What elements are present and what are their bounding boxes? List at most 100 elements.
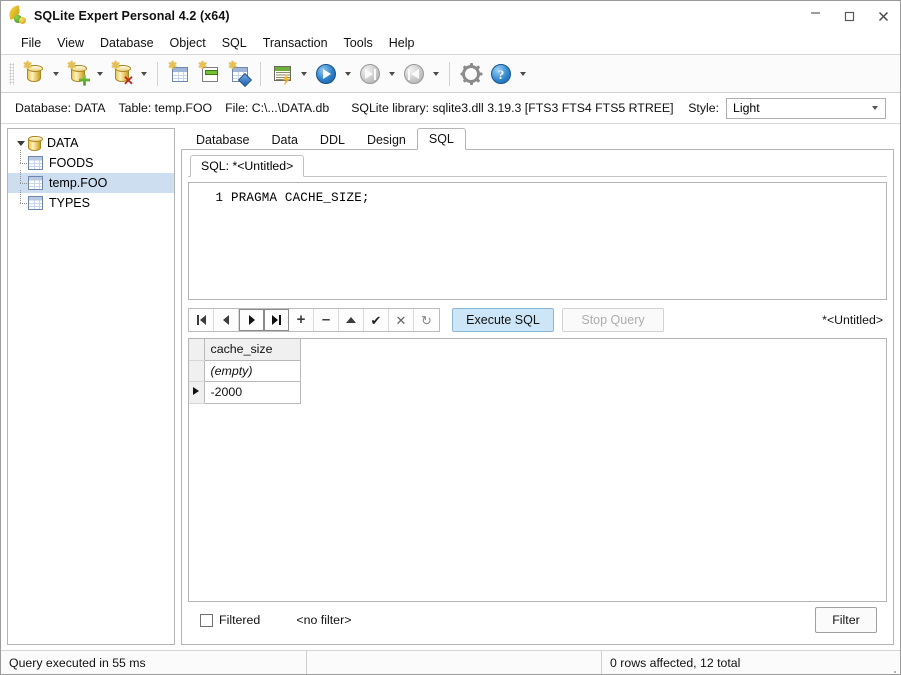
style-combobox[interactable]: Light [726, 97, 886, 119]
maximize-icon [844, 11, 854, 21]
object-tree-panel[interactable]: DATA FOODS temp.FOO TYPES [7, 128, 175, 645]
post-edit-button[interactable]: ✔ [364, 309, 389, 331]
edit-record-button[interactable] [339, 309, 364, 331]
window-title: SQLite Expert Personal 4.2 (x64) [34, 9, 230, 23]
results-grid[interactable]: cache_size (empty) -2000 [188, 338, 887, 602]
refresh-button[interactable]: ↻ [414, 309, 439, 331]
subtab-sql-untitled[interactable]: SQL: *<Untitled> [190, 155, 305, 177]
step-back-button[interactable] [399, 59, 429, 89]
application-window: SQLite Expert Personal 4.2 (x64) File Vi… [0, 0, 901, 675]
menu-sql[interactable]: SQL [214, 34, 255, 52]
title-bar: SQLite Expert Personal 4.2 (x64) [1, 1, 900, 31]
delete-database-dropdown[interactable] [137, 59, 151, 89]
sql-page: SQL: *<Untitled> 1 PRAGMA CACHE_SIZE; + … [181, 150, 894, 645]
database-cylinder-icon [28, 135, 43, 151]
maximize-button[interactable] [832, 1, 866, 31]
new-table-button[interactable]: ✱ [164, 59, 194, 89]
right-pane: Database Data DDL Design SQL SQL: *<Unti… [181, 128, 894, 645]
play-blue-icon [314, 62, 338, 86]
gear-icon [459, 62, 483, 86]
table-icon [28, 176, 43, 190]
new-sql-tab-dropdown[interactable] [297, 59, 311, 89]
minimize-button[interactable] [798, 1, 832, 31]
last-record-button[interactable] [264, 309, 289, 331]
filter-button[interactable]: Filter [815, 607, 877, 633]
stop-query-button: Stop Query [562, 308, 664, 332]
tab-database[interactable]: Database [185, 130, 261, 150]
main-tabstrip: Database Data DDL Design SQL [181, 128, 894, 150]
column-header-cache-size[interactable]: cache_size [204, 339, 301, 361]
database-delete-icon: ✱ ✕ [111, 59, 134, 88]
menu-help[interactable]: Help [381, 34, 423, 52]
index-new-icon: ✱ [227, 60, 253, 87]
resize-grip[interactable] [881, 662, 897, 674]
open-database-button[interactable]: ✱ [19, 59, 49, 89]
execute-sql-button[interactable]: Execute SQL [452, 308, 554, 332]
table-new-icon: ✱ [167, 60, 191, 86]
info-database: Database: DATA [15, 101, 106, 115]
menu-tools[interactable]: Tools [336, 34, 381, 52]
sql-editor[interactable]: 1 PRAGMA CACHE_SIZE; [188, 182, 887, 300]
execute-button[interactable] [311, 59, 341, 89]
tree-item-temp-foo[interactable]: temp.FOO [8, 170, 174, 193]
new-sql-tab-button[interactable] [267, 59, 297, 89]
cell-cache-size[interactable]: -2000 [204, 381, 301, 404]
tab-ddl[interactable]: DDL [309, 130, 356, 150]
tree-item-data[interactable]: DATA [8, 133, 174, 153]
menu-file[interactable]: File [13, 34, 49, 52]
menu-object[interactable]: Object [162, 34, 214, 52]
table-icon [28, 196, 43, 210]
row-indicator-header [189, 339, 205, 361]
new-view-button[interactable]: ✱ [194, 59, 224, 89]
table-row[interactable]: -2000 [189, 381, 301, 404]
first-record-button[interactable] [189, 309, 214, 331]
cancel-edit-button[interactable]: ✕ [389, 309, 414, 331]
close-button[interactable] [866, 1, 900, 31]
filtered-checkbox[interactable] [200, 613, 213, 627]
insert-record-button[interactable]: + [289, 309, 314, 331]
database-cylinder-icon: ✱ [22, 60, 46, 86]
tab-sql[interactable]: SQL [416, 128, 466, 150]
new-database-dropdown[interactable] [93, 59, 107, 89]
sqlite-expert-app-icon [8, 5, 27, 25]
new-index-button[interactable]: ✱ [224, 59, 254, 89]
menu-transaction[interactable]: Transaction [255, 34, 336, 52]
record-navigator-bar: + – ✔ ✕ ↻ Execute SQL Stop Query *<Untit… [188, 306, 887, 334]
table-header-row: cache_size [189, 339, 301, 361]
help-dropdown[interactable] [516, 59, 530, 89]
filter-cell-cache-size[interactable]: (empty) [204, 360, 301, 382]
options-button[interactable] [456, 59, 486, 89]
prior-record-button[interactable] [214, 309, 239, 331]
filter-expression-text[interactable]: <no filter> [296, 613, 351, 627]
row-indicator [189, 381, 205, 404]
info-bar: Database: DATA Table: temp.FOO File: C:\… [1, 93, 900, 124]
menu-bar: File View Database Object SQL Transactio… [1, 31, 900, 54]
filtered-checkbox-label: Filtered [219, 613, 261, 627]
step-back-gray-icon [402, 62, 426, 86]
menu-view[interactable]: View [49, 34, 92, 52]
line-number: 1 [215, 190, 223, 205]
tree-item-foods[interactable]: FOODS [8, 150, 174, 173]
step-forward-dropdown[interactable] [385, 59, 399, 89]
window-controls [798, 1, 900, 31]
tree-item-types[interactable]: TYPES [8, 190, 174, 213]
next-record-button[interactable] [239, 309, 264, 331]
toolbar-grip[interactable] [9, 62, 14, 85]
menu-database[interactable]: Database [92, 34, 162, 52]
sql-editor-content[interactable]: 1 PRAGMA CACHE_SIZE; [189, 183, 886, 299]
tab-data[interactable]: Data [261, 130, 309, 150]
step-forward-button[interactable] [355, 59, 385, 89]
sql-document-name: *<Untitled> [822, 313, 883, 327]
step-back-dropdown[interactable] [429, 59, 443, 89]
open-database-dropdown[interactable] [49, 59, 63, 89]
toolbar-separator [449, 61, 450, 86]
tab-design[interactable]: Design [356, 130, 417, 150]
help-button[interactable]: ? [486, 59, 516, 89]
chevron-down-icon[interactable] [14, 141, 28, 146]
info-sqlite-library: SQLite library: sqlite3.dll 3.19.3 [FTS3… [351, 101, 674, 115]
delete-database-button[interactable]: ✱ ✕ [107, 59, 137, 89]
execute-dropdown[interactable] [341, 59, 355, 89]
new-database-button[interactable]: ✱ [63, 59, 93, 89]
delete-record-button[interactable]: – [314, 309, 339, 331]
info-file: File: C:\...\DATA.db [225, 101, 330, 115]
